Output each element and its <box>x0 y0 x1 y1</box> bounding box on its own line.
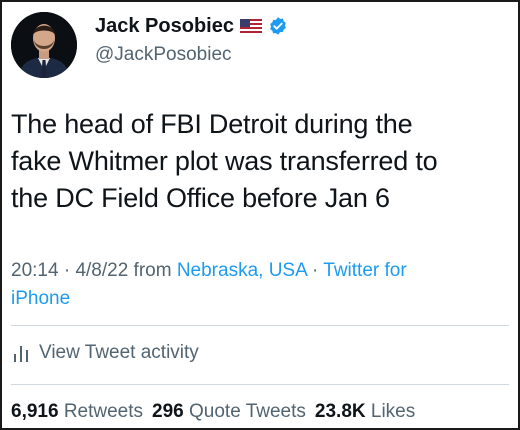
meta-separator: · <box>58 260 76 281</box>
tweet-text-line: fake Whitmer plot was transferred to <box>11 146 438 176</box>
divider <box>11 325 509 326</box>
meta-from: from <box>128 260 177 281</box>
tweet-date[interactable]: 4/8/22 <box>75 260 128 281</box>
quotes-label: Quote Tweets <box>189 401 306 422</box>
view-activity-button[interactable]: View Tweet activity <box>13 342 199 364</box>
likes-stat[interactable]: 23.8K Likes <box>315 401 415 422</box>
author-handle[interactable]: @JackPosobiec <box>95 44 232 66</box>
tweet-text: The head of FBI Detroit during the fake … <box>11 106 511 217</box>
tweet-source-link-cont[interactable]: iPhone <box>11 288 70 309</box>
likes-count: 23.8K <box>314 401 366 422</box>
author-name[interactable]: Jack Posobiec <box>95 15 234 38</box>
tweet-text-line: The head of FBI Detroit during the <box>11 109 413 139</box>
retweets-count: 6,916 <box>11 401 59 422</box>
quotes-stat[interactable]: 296 Quote Tweets <box>152 401 306 422</box>
bar-chart-icon <box>14 346 28 362</box>
tweet-card: Jack Posobiec @JackPosobiec The head of … <box>0 0 520 430</box>
divider <box>11 384 509 385</box>
us-flag-icon <box>239 19 262 33</box>
tweet-source-link[interactable]: Twitter for <box>323 260 406 281</box>
likes-label: Likes <box>370 401 416 422</box>
view-activity-label: View Tweet activity <box>39 342 199 363</box>
tweet-time[interactable]: 20:14 <box>11 260 59 281</box>
verified-badge-icon <box>270 17 286 35</box>
retweets-label: Retweets <box>63 401 144 422</box>
meta-separator: · <box>306 260 324 281</box>
tweet-text-line: the DC Field Office before Jan 6 <box>11 183 390 213</box>
avatar[interactable] <box>11 12 77 78</box>
tweet-location-link[interactable]: Nebraska, USA <box>177 260 307 281</box>
avatar-image <box>11 12 77 78</box>
tweet-stats: 6,916 Retweets 296 Quote Tweets 23.8K Like… <box>11 401 415 423</box>
quotes-count: 296 <box>152 401 184 422</box>
tweet-meta: 20:14 · 4/8/22 from Nebraska, USA · Twit… <box>11 257 511 313</box>
author-name-row: Jack Posobiec <box>95 14 288 38</box>
retweets-stat[interactable]: 6,916 Retweets <box>11 401 143 422</box>
